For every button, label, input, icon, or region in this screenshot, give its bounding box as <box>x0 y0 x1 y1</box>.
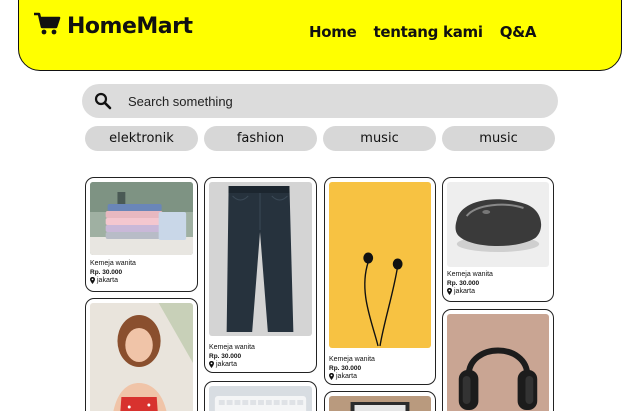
product-card[interactable]: Kemeja wanita Rp. 30.000 jakarta <box>85 177 198 292</box>
shopping-cart-icon <box>33 11 61 42</box>
product-card[interactable] <box>85 298 198 411</box>
category-chip-music-2[interactable]: music <box>442 126 555 151</box>
product-card[interactable]: Kemeja wanita Rp. 30.000 jakarta <box>324 177 436 385</box>
product-location: jakarta <box>90 277 118 284</box>
product-location-text: jakarta <box>216 361 238 368</box>
product-price: Rp. 30.000 <box>329 365 362 372</box>
search-bar[interactable] <box>82 84 558 118</box>
search-input[interactable] <box>128 91 528 111</box>
product-title: Kemeja wanita <box>209 344 255 351</box>
product-image-earphones <box>329 182 431 348</box>
product-image-jeans <box>209 182 312 336</box>
site-header: HomeMart Home tentang kami Q&A <box>18 0 622 71</box>
brand-logo[interactable]: HomeMart <box>33 11 193 42</box>
brand-name: HomeMart <box>67 14 193 39</box>
search-icon[interactable] <box>94 92 112 110</box>
product-location: jakarta <box>447 288 475 295</box>
product-image-laptop <box>329 396 431 411</box>
product-location-text: jakarta <box>336 373 358 380</box>
location-pin-icon <box>90 277 95 284</box>
main-nav: Home tentang kami Q&A <box>309 23 537 41</box>
product-location: jakarta <box>329 373 357 380</box>
product-price: Rp. 30.000 <box>90 269 123 276</box>
product-image-keyboard <box>209 386 312 411</box>
product-card[interactable] <box>324 391 436 411</box>
product-title: Kemeja wanita <box>329 356 375 363</box>
product-location-text: jakarta <box>454 288 476 295</box>
product-card[interactable]: Kemeja wanita Rp. 30.000 jakarta <box>204 177 317 373</box>
product-price: Rp. 30.000 <box>447 280 480 287</box>
product-price: Rp. 30.000 <box>209 353 242 360</box>
product-card[interactable] <box>442 309 554 411</box>
category-chip-elektronik[interactable]: elektronik <box>85 126 198 151</box>
product-image-headphones <box>447 314 549 411</box>
location-pin-icon <box>209 361 214 368</box>
product-card[interactable]: Kemeja wanita Rp. 30.000 jakarta <box>442 177 554 302</box>
product-image-folded-shirts <box>90 182 193 255</box>
product-location-text: jakarta <box>97 277 119 284</box>
nav-home[interactable]: Home <box>309 23 357 41</box>
product-location: jakarta <box>209 361 237 368</box>
product-title: Kemeja wanita <box>90 260 136 267</box>
location-pin-icon <box>447 288 452 295</box>
product-image-computer-mouse <box>447 182 549 267</box>
product-title: Kemeja wanita <box>447 271 493 278</box>
category-chip-music[interactable]: music <box>323 126 436 151</box>
product-image-woman-portrait <box>90 303 193 411</box>
nav-tentang-kami[interactable]: tentang kami <box>373 23 483 41</box>
nav-qa[interactable]: Q&A <box>500 23 537 41</box>
product-card[interactable] <box>204 381 317 411</box>
category-chip-fashion[interactable]: fashion <box>204 126 317 151</box>
location-pin-icon <box>329 373 334 380</box>
